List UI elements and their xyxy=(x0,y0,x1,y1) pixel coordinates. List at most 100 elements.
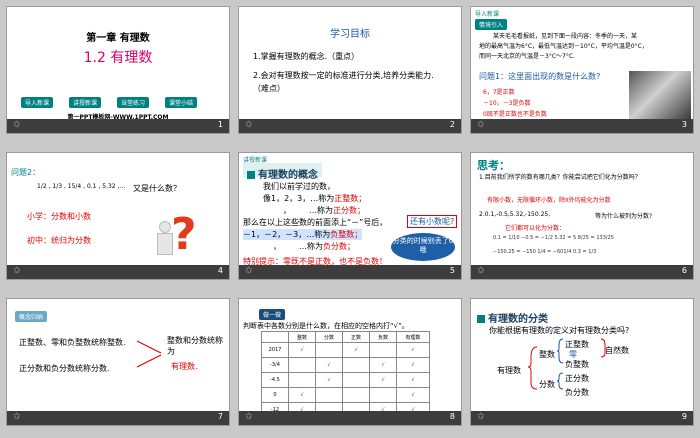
empty-cell xyxy=(342,357,370,373)
star-icon[interactable]: ✩ xyxy=(477,412,485,422)
header-cell: 有理数 xyxy=(396,331,430,343)
slide-thumbnail-5[interactable]: 讲授新课 有理数的概念 我们以前学过的数， 像1，2，3，…称为正整数； ， …称… xyxy=(238,152,462,280)
slide-thumbnail-7[interactable]: 概念归纳 正整数、零和负整数统称整数. 正分数和负分数统称分数. 整数和分数统称… xyxy=(6,298,230,426)
nav-button-1[interactable]: 导入新课 xyxy=(21,97,54,108)
bracket-arrows xyxy=(136,340,162,368)
practice-prompt: 判断表中各数分别是什么数，在相应的空格内打“√”。 xyxy=(243,322,409,330)
question-mark-figure: ? xyxy=(157,209,211,261)
empty-cell xyxy=(315,387,343,403)
slide-thumbnail-9[interactable]: 有理数的分类 你能根据有理数的定义对有理数分类吗? 有理数 整数 分数 正整数 … xyxy=(470,298,694,426)
check-cell: √ xyxy=(288,342,316,358)
summary-line-2: 有理数. xyxy=(171,362,198,371)
number-list: 1/2 , 1/3 , 15/4 , 0.1 , 5.32 ,… xyxy=(37,183,126,190)
primary-school-line: 小学：分数和小数 xyxy=(27,212,91,221)
star-icon[interactable]: ✩ xyxy=(245,120,253,130)
slide-number: 9 xyxy=(681,412,687,421)
classification-heading-text: 有理数的分类 xyxy=(488,314,548,325)
question-label: 问题2： xyxy=(11,168,41,177)
question-2b: 等为什么被列为分数? xyxy=(595,213,653,220)
slide-number: 1 xyxy=(217,120,223,129)
star-icon[interactable]: ✩ xyxy=(477,120,485,130)
row-label: 2017 xyxy=(261,342,289,358)
classification-heading: 有理数的分类 xyxy=(477,307,548,326)
fraction-conversions-2: −150.25 = −150 1/4 = −601/4 0.3̇ = 1/3 xyxy=(493,249,597,255)
check-cell: √ xyxy=(315,357,343,373)
line-5: －1，－2，－3，…称为负整数； xyxy=(243,229,363,240)
callout-decimals: 还有小数呢? xyxy=(407,215,458,228)
status-bar: ✩ 7 xyxy=(7,411,229,425)
star-icon[interactable]: ✩ xyxy=(13,412,21,422)
status-bar: ✩ 1 xyxy=(7,119,229,133)
line-6b: …称为 xyxy=(299,242,323,251)
answer-2: 它们都可以化为分数： xyxy=(505,225,566,232)
slide-number: 3 xyxy=(681,120,687,129)
line-5-text: －1，－2，－3，…称为 xyxy=(243,230,331,239)
slide-number: 2 xyxy=(449,120,455,129)
middle-school-line: 初中：统归为分数 xyxy=(27,236,91,245)
positive-fraction-blank: 正分数； xyxy=(333,206,365,215)
concept-heading: 有理数的概念 xyxy=(243,163,322,181)
classification-table: 整数 分数 正数 负数 有理数 2017 √ √ √ -3/4 √ √ √ -4.5 √ √ √ … xyxy=(261,331,430,418)
scenario-tag: 情境引入 xyxy=(475,19,508,30)
slide-number: 6 xyxy=(681,266,687,275)
header-cell: 负数 xyxy=(369,331,397,343)
answer-2: －10，－3是负数 xyxy=(483,100,531,107)
slide-thumbnail-8[interactable]: 做一做 判断表中各数分别是什么数，在相应的空格内打“√”。 整数 分数 正数 负… xyxy=(238,298,462,426)
check-cell: √ xyxy=(288,387,316,403)
table-row: -3/4 √ √ √ xyxy=(261,357,430,373)
line-3: ， …称为正分数； xyxy=(283,205,365,216)
status-bar: ✩ 9 xyxy=(471,411,693,425)
line-1: 我们以前学过的数， xyxy=(263,182,335,191)
empty-cell xyxy=(288,372,316,388)
line-6a: ， xyxy=(273,242,281,251)
slide-thumbnail-1[interactable]: 第一章 有理数 1.2 有理数 导入新课 讲授新课 当堂练习 课堂小结 第一PP… xyxy=(6,6,230,134)
star-icon[interactable]: ✩ xyxy=(477,266,485,276)
empty-cell xyxy=(315,342,343,358)
fraction-definition: 正分数和负分数统称分数. xyxy=(19,364,110,373)
summary-line-1: 整数和分数统称为 xyxy=(167,336,223,356)
status-bar: ✩ 6 xyxy=(471,265,693,279)
table-row: 0 √ √ xyxy=(261,387,430,403)
check-cell: √ xyxy=(396,387,430,403)
think-heading: 思考： xyxy=(477,159,510,172)
line-2-text: 像1，2，3，…称为 xyxy=(263,194,335,203)
star-icon[interactable]: ✩ xyxy=(245,412,253,422)
header-cell: 整数 xyxy=(288,331,316,343)
nav-button-3[interactable]: 当堂练习 xyxy=(117,97,150,108)
line-3b: …称为 xyxy=(309,206,333,215)
slide-thumbnail-3[interactable]: 导入新课 情境引入 某天毛毛看报纸，见到下面一段内容：冬季的一天，某 地的最高气… xyxy=(470,6,694,134)
newspaper-photo xyxy=(629,71,691,119)
slide-number: 7 xyxy=(217,412,223,421)
empty-cell xyxy=(369,387,397,403)
slide-thumbnail-4[interactable]: 问题2： 1/2 , 1/3 , 15/4 , 0.1 , 5.32 ,… 又是… xyxy=(6,152,230,280)
row-label: 0 xyxy=(261,387,289,403)
answer-1: 有限小数，无限循环小数，除π外均能化为分数 xyxy=(487,197,611,204)
empty-cell xyxy=(369,342,397,358)
classification-question: 你能根据有理数的定义对有理数分类吗? xyxy=(489,326,630,335)
question-1: 1.目前我们所学的数有哪几类？你能尝试把它们化为分数吗？ xyxy=(479,174,641,181)
negative-integer-blank: 负整数； xyxy=(330,230,363,239)
check-cell: √ xyxy=(396,357,430,373)
header-cell: 正数 xyxy=(342,331,370,343)
star-icon[interactable]: ✩ xyxy=(245,266,253,276)
empty-cell xyxy=(342,387,370,403)
list-icon xyxy=(247,171,255,179)
objective-2: 2.会对有理数按一定的标准进行分类,培养分类能力.（难点） xyxy=(253,71,434,93)
check-cell: √ xyxy=(315,372,343,388)
status-bar: ✩ 2 xyxy=(239,119,461,133)
slide-thumbnail-6[interactable]: 思考： 1.目前我们所学的数有哪几类？你能尝试把它们化为分数吗？ 有限小数，无限… xyxy=(470,152,694,280)
tree-braces xyxy=(527,338,606,390)
line-2: 像1，2，3，…称为正整数； xyxy=(263,193,366,204)
nav-button-2[interactable]: 讲授新课 xyxy=(69,97,102,108)
slide-thumbnail-2[interactable]: 学习目标 1.掌握有理数的概念.（重点） 2.会对有理数按一定的标准进行分类,培… xyxy=(238,6,462,134)
scenario-line-2: 地的最高气温为6°C，最低气温达到－10°C，平均气温是0°C， xyxy=(479,43,648,50)
line-4: 那么在以上这些数的前面添上“－”号后， xyxy=(243,218,388,227)
row-label: -4.5 xyxy=(261,372,289,388)
nav-button-4[interactable]: 课堂小结 xyxy=(165,97,198,108)
star-icon[interactable]: ✩ xyxy=(13,120,21,130)
list-icon xyxy=(477,315,485,323)
concept-tag: 概念归纳 xyxy=(15,311,48,322)
header-cell xyxy=(261,331,289,343)
callout-zero-oval: 分类的时候别丢了0哦 xyxy=(391,233,455,261)
star-icon[interactable]: ✩ xyxy=(13,266,21,276)
